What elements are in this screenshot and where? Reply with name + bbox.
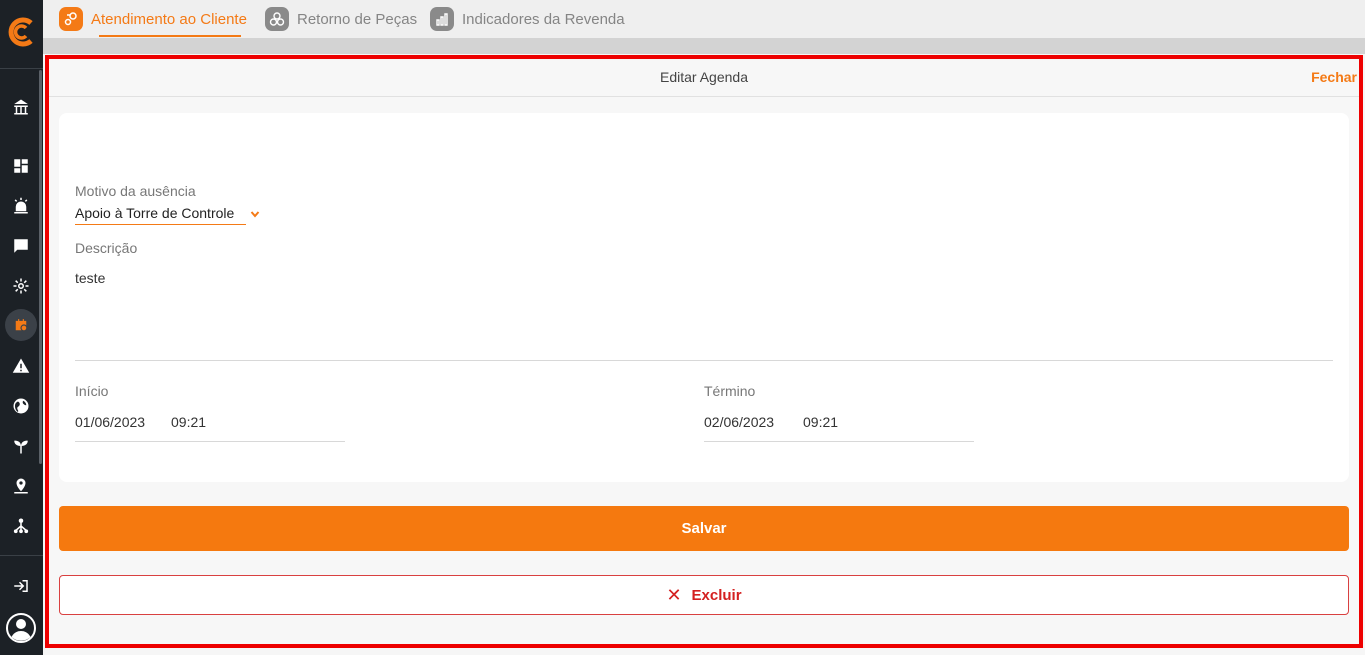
user-avatar-icon[interactable] [5,612,37,644]
sidebar-divider [0,555,43,556]
tab-label: Indicadores da Revenda [462,10,625,28]
customer-service-icon [59,7,83,31]
parts-return-icon [265,7,289,31]
sidebar-scrollbar[interactable] [39,70,42,464]
description-label: Descrição [75,240,138,256]
sidebar-divider [0,68,43,69]
brand-logo-icon[interactable] [5,16,37,48]
start-label: Início [75,383,109,399]
panel-header: Editar Agenda Fechar [49,59,1359,97]
tab-retorno-pecas[interactable]: Retorno de Peças [265,0,417,38]
delete-button-label: Excluir [691,586,742,604]
start-underline [75,441,345,442]
end-date-input[interactable]: 02/06/2023 [704,414,774,430]
tab-label: Retorno de Peças [297,10,418,28]
warning-icon[interactable] [9,354,33,378]
plant-icon[interactable] [9,434,33,458]
delete-button[interactable]: ✕ Excluir [59,575,1349,615]
tab-indicadores-revenda[interactable]: Indicadores da Revenda [430,0,625,38]
save-button[interactable]: Salvar [59,506,1349,551]
globe-icon[interactable] [9,394,33,418]
start-date-input[interactable]: 01/06/2023 [75,414,145,430]
location-icon[interactable] [9,474,33,498]
chat-icon[interactable] [9,234,33,258]
panel-title: Editar Agenda [660,69,748,85]
chevron-down-icon[interactable] [250,209,260,219]
header-strip [43,38,1365,54]
store-icon[interactable] [9,95,33,119]
calendar-icon[interactable] [5,309,37,341]
end-time-input[interactable]: 09:21 [803,414,838,430]
dashboard-icon[interactable] [9,154,33,178]
reason-select-underline [75,224,246,225]
active-tab-indicator [99,35,241,37]
close-link[interactable]: Fechar [1311,69,1357,85]
tab-atendimento[interactable]: Atendimento ao Cliente [59,0,247,38]
network-icon[interactable] [9,514,33,538]
form-card: Motivo da ausência Apoio à Torre de Cont… [59,113,1349,482]
reason-label: Motivo da ausência [75,183,196,199]
bar-chart-icon [430,7,454,31]
sidebar [0,0,43,655]
logout-icon[interactable] [9,574,33,598]
end-underline [704,441,974,442]
start-time-input[interactable]: 09:21 [171,414,206,430]
description-input[interactable]: teste [75,270,105,286]
settings-icon[interactable] [9,274,33,298]
top-tab-bar: Atendimento ao Cliente Retorno de Peças … [43,0,1365,38]
end-label: Término [704,383,756,399]
reason-select[interactable]: Apoio à Torre de Controle [75,205,234,221]
alarm-icon[interactable] [9,194,33,218]
edit-agenda-panel: Editar Agenda Fechar Motivo da ausência … [45,55,1363,648]
close-icon: ✕ [666,584,682,605]
description-underline [75,360,1333,361]
tab-label: Atendimento ao Cliente [91,10,247,28]
